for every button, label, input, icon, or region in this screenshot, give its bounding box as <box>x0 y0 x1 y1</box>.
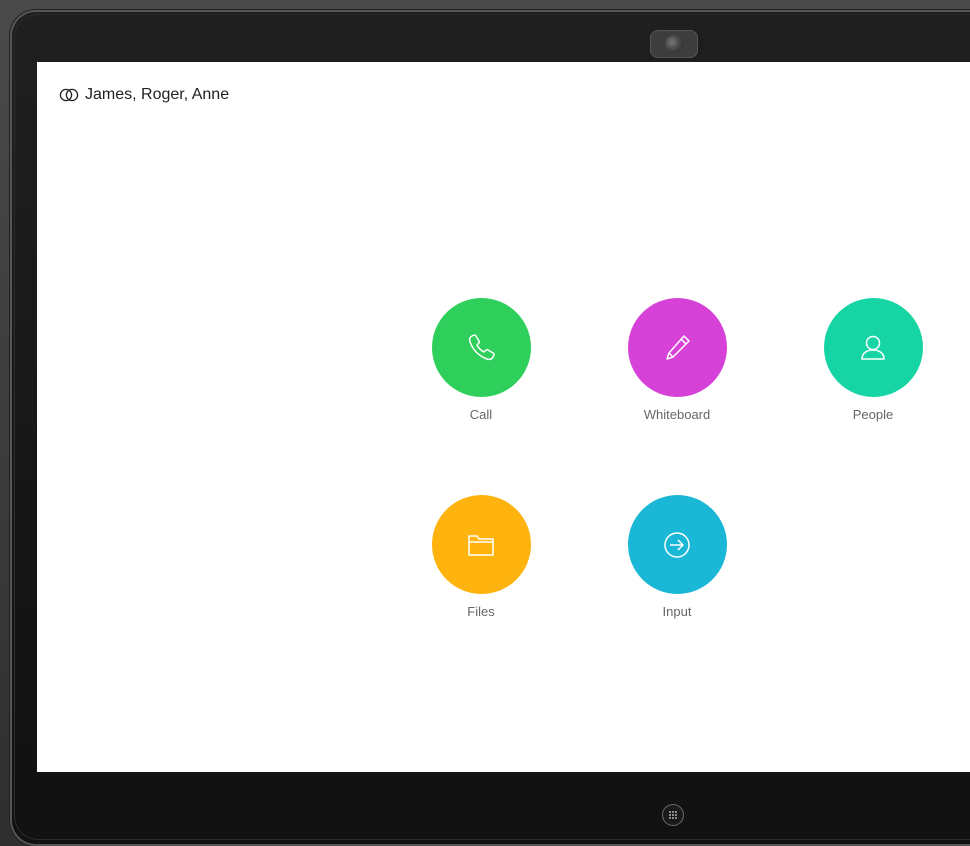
arrow-right-circle-icon <box>664 531 690 558</box>
phone-icon <box>468 333 495 360</box>
people-tile[interactable]: People <box>803 298 943 422</box>
participants-title: James, Roger, Anne <box>85 86 230 103</box>
camera-icon <box>650 30 698 58</box>
pencil-icon <box>666 334 690 360</box>
call-label: Call <box>469 407 493 422</box>
files-button[interactable] <box>431 495 531 594</box>
touch-screen: James, Roger, Anne Call Whiteboard Peopl… <box>37 62 970 772</box>
people-button[interactable] <box>823 298 923 397</box>
people-label: People <box>852 407 894 422</box>
files-tile[interactable]: Files <box>411 495 551 619</box>
call-header: James, Roger, Anne <box>59 86 229 104</box>
input-button[interactable] <box>627 495 727 594</box>
person-icon <box>861 335 885 360</box>
whiteboard-button[interactable] <box>627 298 727 397</box>
camera-lens <box>665 35 683 53</box>
folder-icon <box>468 534 494 556</box>
input-label: Input <box>662 604 692 619</box>
whiteboard-tile[interactable]: Whiteboard <box>607 298 747 422</box>
input-tile[interactable]: Input <box>607 495 747 619</box>
files-label: Files <box>467 604 495 619</box>
home-button[interactable] <box>662 804 684 826</box>
call-tile[interactable]: Call <box>411 298 551 422</box>
whiteboard-label: Whiteboard <box>643 407 711 422</box>
call-button[interactable] <box>431 298 531 397</box>
grid-dots-icon <box>669 811 677 819</box>
participants-rings-icon <box>59 88 79 102</box>
